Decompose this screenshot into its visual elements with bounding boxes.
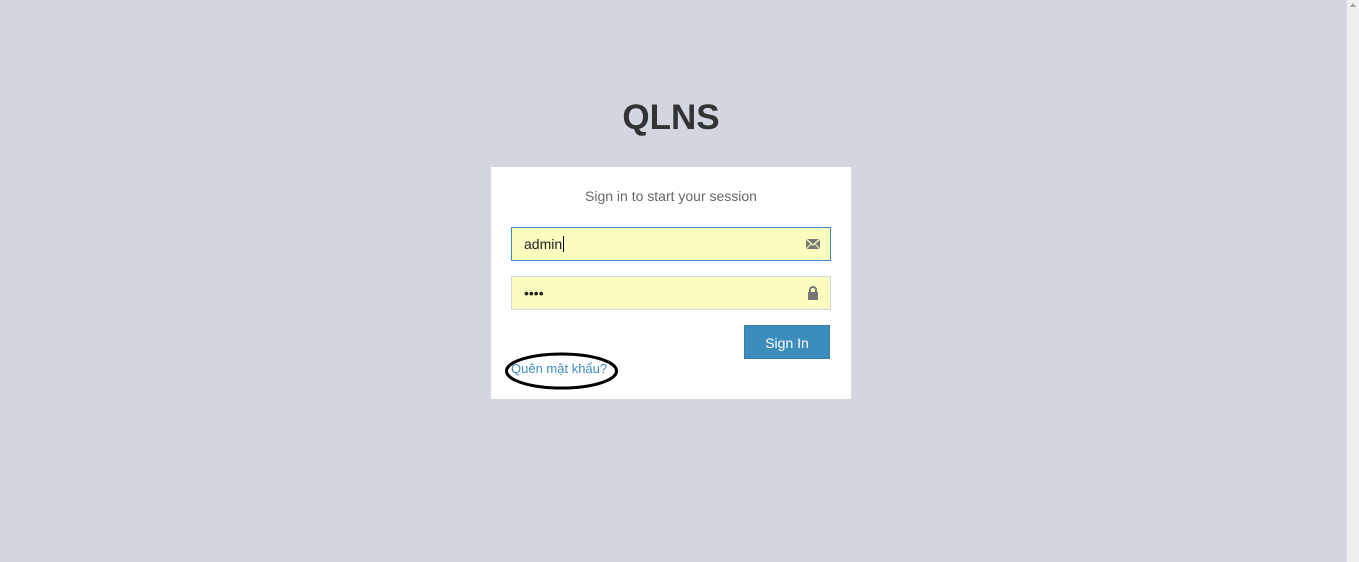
forgot-password-link[interactable]: Quên mật khẩu? [511, 361, 607, 376]
lock-icon [805, 285, 821, 301]
username-field[interactable]: admin [511, 227, 831, 261]
app-logo[interactable]: QLNS [491, 96, 851, 140]
password-value: •••• [524, 285, 544, 301]
login-box: Sign in to start your session admin •••• [491, 167, 851, 399]
vertical-scrollbar[interactable] [1346, 0, 1359, 562]
text-caret [563, 236, 565, 252]
login-message: Sign in to start your session [585, 188, 757, 204]
sign-in-button[interactable]: Sign In [744, 325, 830, 359]
password-field[interactable]: •••• [511, 276, 831, 310]
envelope-icon [805, 236, 821, 252]
username-value: admin [524, 236, 565, 252]
scroll-up-arrow-icon[interactable] [1350, 3, 1356, 7]
login-page: QLNS Sign in to start your session admin… [0, 0, 1359, 562]
